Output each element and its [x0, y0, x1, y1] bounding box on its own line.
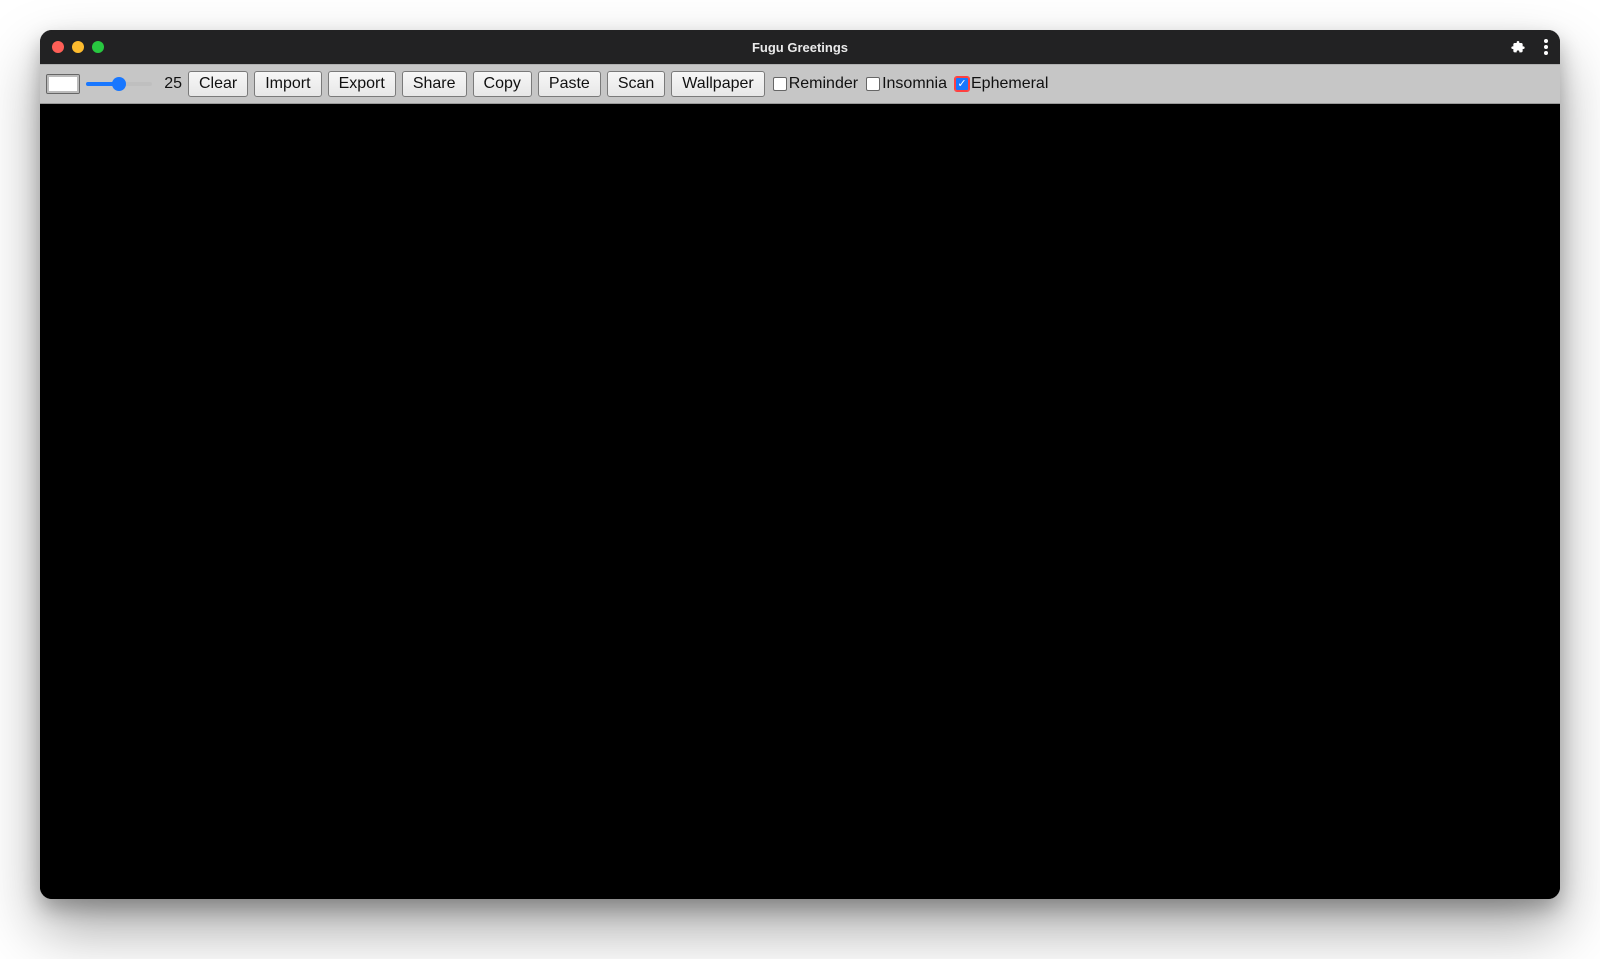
wallpaper-button[interactable]: Wallpaper [671, 71, 764, 97]
brush-size-value: 25 [160, 75, 182, 93]
minimize-window-button[interactable] [72, 41, 84, 53]
reminder-label: Reminder [789, 75, 858, 93]
titlebar: Fugu Greetings [40, 30, 1560, 64]
app-window: Fugu Greetings 25 Clear Import [40, 30, 1560, 899]
window-controls [52, 41, 104, 53]
window-title: Fugu Greetings [40, 40, 1560, 55]
more-menu-icon[interactable] [1544, 39, 1548, 55]
toolbar: 25 Clear Import Export Share Copy Paste … [40, 64, 1560, 104]
brush-size-slider[interactable] [86, 75, 152, 93]
drawing-canvas[interactable] [40, 104, 1560, 899]
ephemeral-checkbox[interactable]: ✓ [955, 77, 969, 91]
share-button[interactable]: Share [402, 71, 467, 97]
export-button[interactable]: Export [328, 71, 396, 97]
scan-button[interactable]: Scan [607, 71, 665, 97]
extensions-icon[interactable] [1510, 39, 1526, 55]
reminder-checkbox[interactable] [773, 77, 787, 91]
import-button[interactable]: Import [254, 71, 321, 97]
color-picker[interactable] [46, 74, 80, 94]
maximize-window-button[interactable] [92, 41, 104, 53]
insomnia-label: Insomnia [882, 75, 947, 93]
copy-button[interactable]: Copy [473, 71, 532, 97]
clear-button[interactable]: Clear [188, 71, 248, 97]
close-window-button[interactable] [52, 41, 64, 53]
ephemeral-label: Ephemeral [971, 75, 1048, 93]
insomnia-checkbox[interactable] [866, 77, 880, 91]
paste-button[interactable]: Paste [538, 71, 601, 97]
